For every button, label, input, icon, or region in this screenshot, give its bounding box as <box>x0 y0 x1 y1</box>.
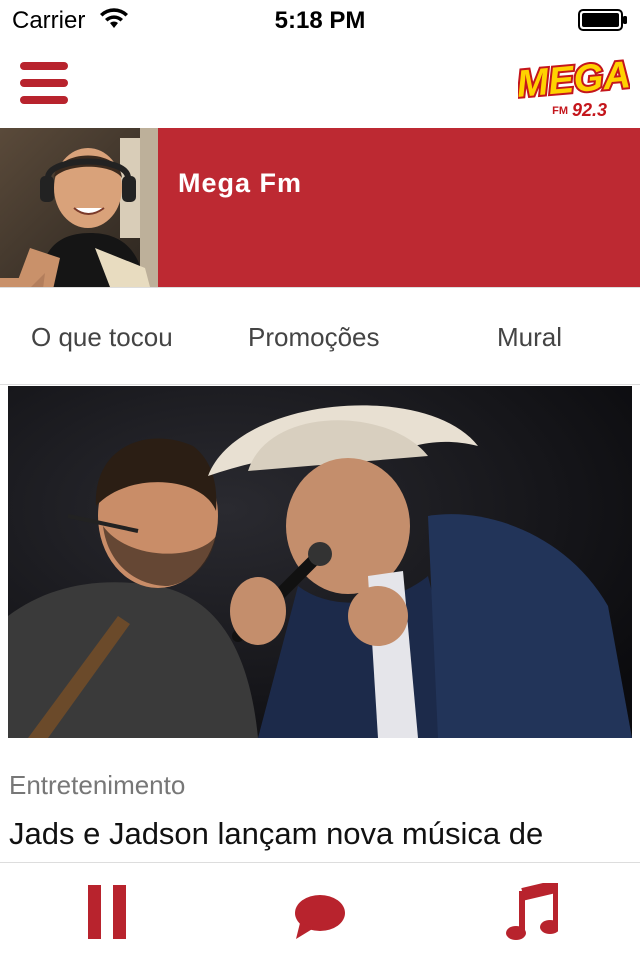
program-title: Mega Fm <box>178 168 303 198</box>
player-bar <box>0 862 640 960</box>
logo-fm: FM <box>552 105 568 117</box>
battery-icon <box>578 9 627 31</box>
tab-o-que-tocou[interactable]: O que tocou <box>31 322 173 353</box>
menu-line <box>20 62 68 70</box>
tab-mural[interactable]: Mural <box>497 322 562 353</box>
pause-icon[interactable] <box>88 885 128 939</box>
news-image[interactable] <box>8 386 632 738</box>
status-bar: Carrier 5:18 PM <box>0 0 640 40</box>
app-header: MEGA FM 92.3 <box>0 40 640 128</box>
logo-wordmark: MEGA <box>518 54 630 106</box>
hamburger-menu-icon[interactable] <box>20 62 68 106</box>
clock-label: 5:18 PM <box>274 7 366 34</box>
chat-icon[interactable] <box>294 893 346 941</box>
logo-frequency: 92.3 <box>572 100 607 120</box>
menu-line <box>20 79 68 87</box>
section-tabs: O que tocou Promoções Mural <box>0 287 640 385</box>
host-photo <box>0 128 158 287</box>
mega-fm-logo: MEGA FM 92.3 <box>518 54 630 120</box>
menu-line <box>20 96 68 104</box>
tab-promocoes[interactable]: Promoções <box>248 322 380 353</box>
program-banner[interactable]: Mega Fm <box>0 128 640 287</box>
news-category: Entretenimento <box>9 770 186 800</box>
music-note-icon[interactable] <box>506 883 558 941</box>
